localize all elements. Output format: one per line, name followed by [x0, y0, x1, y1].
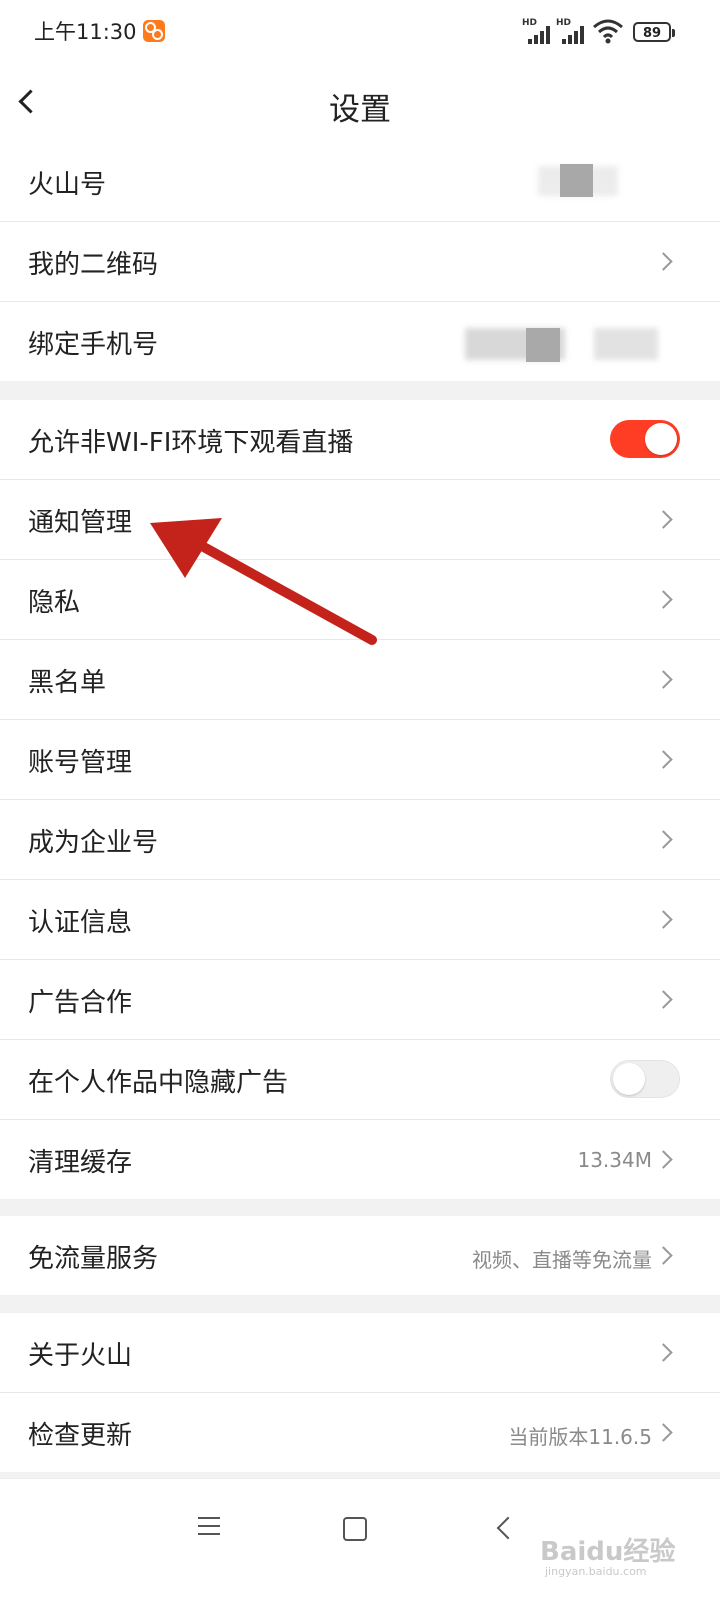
- hide-ads-toggle[interactable]: [610, 1060, 680, 1098]
- system-nav-bar: Baidu经验 jingyan.baidu.com: [0, 1478, 720, 1601]
- settings-item-label: 广告合作: [28, 988, 133, 1018]
- annotation-arrow: [150, 518, 377, 645]
- chevron-right-icon: [654, 1423, 673, 1442]
- nav-back-icon[interactable]: [496, 1516, 520, 1540]
- watermark-url: jingyan.baidu.com: [545, 1565, 647, 1578]
- chevron-right-icon: [654, 830, 673, 849]
- chevron-right-icon: [654, 990, 673, 1009]
- settings-item-hide-ads: 在个人作品中隐藏广告: [0, 1039, 720, 1119]
- settings-item-clear-cache[interactable]: 清理缓存 13.34M: [0, 1119, 720, 1199]
- settings-item-label: 免流量服务: [28, 1244, 159, 1274]
- chevron-right-icon: [654, 1246, 673, 1265]
- settings-item-label: 账号管理: [28, 748, 133, 778]
- settings-item-free-data[interactable]: 免流量服务 视频、直播等免流量: [0, 1216, 720, 1295]
- settings-section-about: 关于火山 检查更新 当前版本11.6.5: [0, 1313, 720, 1472]
- chevron-right-icon: [654, 1150, 673, 1169]
- settings-item-label: 检查更新: [28, 1421, 133, 1451]
- settings-item-check-update[interactable]: 检查更新 当前版本11.6.5: [0, 1392, 720, 1472]
- settings-item-label: 认证信息: [28, 908, 133, 938]
- home-icon[interactable]: [343, 1517, 367, 1541]
- menu-icon[interactable]: [198, 1517, 220, 1541]
- settings-item-enterprise[interactable]: 成为企业号: [0, 799, 720, 879]
- chevron-right-icon: [654, 750, 673, 769]
- settings-section-data: 免流量服务 视频、直播等免流量: [0, 1216, 720, 1295]
- chevron-right-icon: [654, 1343, 673, 1362]
- version-value: 当前版本11.6.5: [508, 1425, 652, 1449]
- settings-item-ad-cooperation[interactable]: 广告合作: [0, 959, 720, 1039]
- free-data-value: 视频、直播等免流量: [472, 1248, 652, 1272]
- watermark-logo: Baidu经验: [540, 1537, 676, 1567]
- settings-item-label: 在个人作品中隐藏广告: [28, 1068, 289, 1098]
- settings-item-label: 关于火山: [28, 1341, 133, 1371]
- settings-item-about[interactable]: 关于火山: [0, 1313, 720, 1392]
- settings-item-verification[interactable]: 认证信息: [0, 879, 720, 959]
- chevron-right-icon: [654, 910, 673, 929]
- settings-item-label: 成为企业号: [28, 828, 159, 858]
- cache-size-value: 13.34M: [577, 1148, 652, 1172]
- settings-item-label: 清理缓存: [28, 1148, 133, 1178]
- settings-item-account-management[interactable]: 账号管理: [0, 719, 720, 799]
